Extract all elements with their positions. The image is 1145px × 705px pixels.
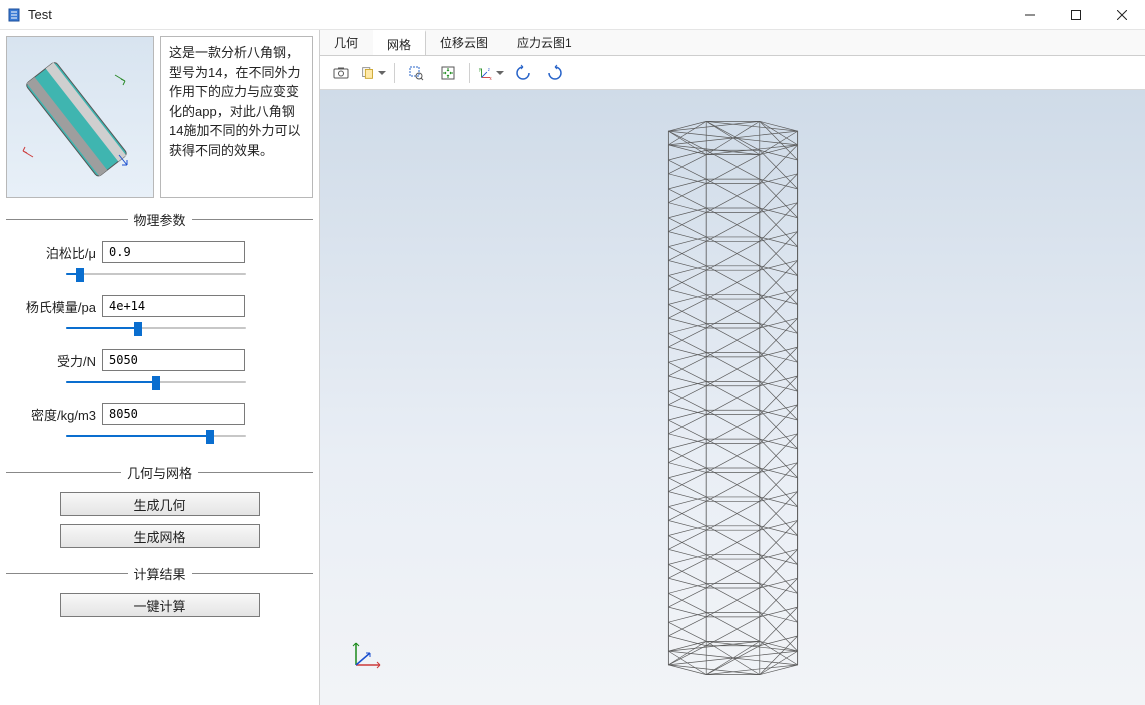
mesh-wireframe [623,118,843,678]
close-button[interactable] [1099,0,1145,30]
force-label: 受力/N [6,351,102,370]
section-params: 物理参数 [6,210,313,229]
youngs-label: 杨氏模量/pa [6,297,102,316]
viewer-toolbar: zyx [320,56,1145,90]
svg-text:x: x [490,76,493,81]
title-bar: Test [0,0,1145,30]
axis-gizmo-icon [346,635,386,675]
poisson-slider[interactable] [66,267,246,281]
density-slider[interactable] [66,429,246,443]
axes-icon[interactable]: zyx [478,60,504,86]
main-panel: 几何 网格 位移云图 应力云图1 zyx [320,30,1145,705]
rotate-ccw-icon[interactable] [510,60,536,86]
youngs-input[interactable] [102,295,245,317]
compute-button[interactable]: 一键计算 [60,593,260,617]
youngs-slider[interactable] [66,321,246,335]
svg-text:z: z [488,67,490,72]
density-label: 密度/kg/m3 [6,405,102,424]
poisson-input[interactable] [102,241,245,263]
tab-geom[interactable]: 几何 [320,30,373,55]
minimize-button[interactable] [1007,0,1053,30]
poisson-label: 泊松比/μ [6,243,102,262]
force-slider[interactable] [66,375,246,389]
tab-stress-1[interactable]: 应力云图1 [503,30,587,55]
3d-viewport[interactable] [320,90,1145,705]
tab-bar: 几何 网格 位移云图 应力云图1 [320,30,1145,56]
app-icon [6,7,22,23]
fit-icon[interactable] [435,60,461,86]
generate-mesh-button[interactable]: 生成网格 [60,524,260,548]
zoom-box-icon[interactable] [403,60,429,86]
sidebar: 这是一款分析八角钢，型号为14，在不同外力作用下的应力与应变变化的app，对此八… [0,30,320,705]
tab-displacement[interactable]: 位移云图 [426,30,503,55]
force-input[interactable] [102,349,245,371]
window-title: Test [28,7,52,22]
rotate-cw-icon[interactable] [542,60,568,86]
maximize-button[interactable] [1053,0,1099,30]
screenshot-icon[interactable] [328,60,354,86]
generate-geometry-button[interactable]: 生成几何 [60,492,260,516]
copy-icon[interactable] [360,60,386,86]
model-thumbnail [6,36,154,198]
tab-mesh[interactable]: 网格 [373,30,426,55]
section-geomesh: 几何与网格 [6,463,313,482]
description-box: 这是一款分析八角钢，型号为14，在不同外力作用下的应力与应变变化的app，对此八… [160,36,313,198]
density-input[interactable] [102,403,245,425]
section-results: 计算结果 [6,564,313,583]
